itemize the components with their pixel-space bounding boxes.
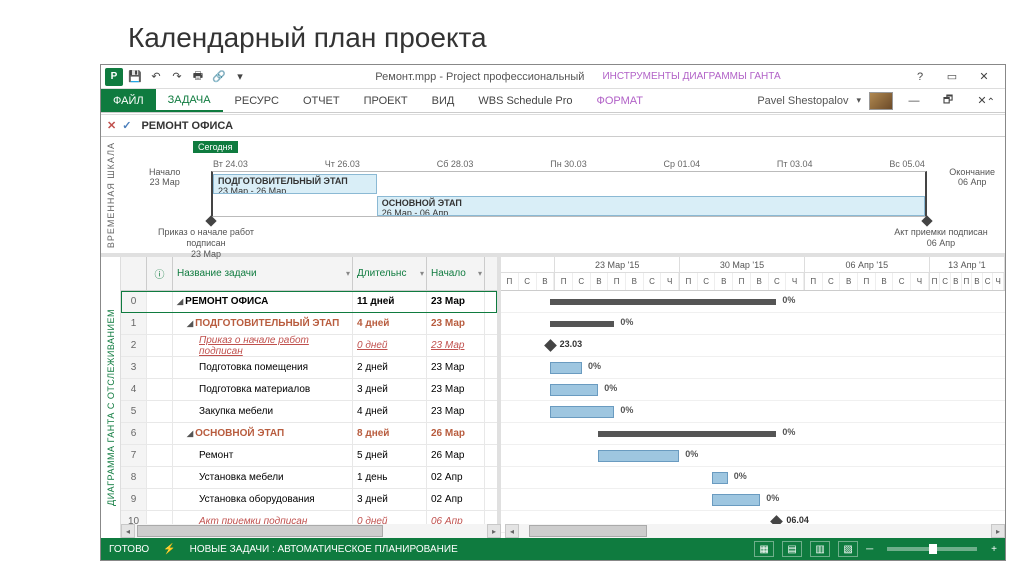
gantt-chart[interactable]: ПСВ23 Мар '15ПСВПВСЧ30 Мар '15ПСВПВСЧ06 … — [501, 257, 1005, 557]
ribbon-tab-file[interactable]: ФАЙЛ — [101, 89, 156, 112]
status-newtasks: НОВЫЕ ЗАДАЧИ : АВТОМАТИЧЕСКОЕ ПЛАНИРОВАН… — [190, 544, 458, 555]
qat-save-icon[interactable]: 💾 — [126, 68, 144, 86]
timeline-ms1: Приказ о начале работ подписан23 Мар — [141, 227, 271, 259]
slide-title: Календарный план проекта — [0, 0, 1024, 64]
gantt-vlabel: ДИАГРАММА ГАНТА С ОТСЛЕЖИВАНИЕМ — [106, 309, 116, 506]
timeline-diamond-start — [205, 215, 216, 226]
user-avatar[interactable] — [869, 92, 893, 110]
ribbon: ФАЙЛ ЗАДАЧА РЕСУРС ОТЧЕТ ПРОЕКТ ВИД WBS … — [101, 89, 1005, 113]
lightning-icon: ⚡ — [163, 544, 175, 555]
view-team-icon[interactable]: ▥ — [810, 541, 830, 557]
ribbon-tab-resource[interactable]: РЕСУРС — [223, 89, 291, 112]
table-row[interactable]: 0 ◢РЕМОНТ ОФИСА 11 дней 23 Мар — [121, 291, 497, 313]
gantt-row[interactable]: 0% — [501, 423, 1005, 445]
table-row[interactable]: 4 Подготовка материалов 3 дней 23 Мар — [121, 379, 497, 401]
gantt-row[interactable]: 0% — [501, 291, 1005, 313]
scroll-left-icon[interactable]: ◂ — [121, 524, 135, 538]
mdi-restore-icon[interactable]: 🗗 — [935, 92, 961, 110]
qat-link-icon[interactable]: 🔗 — [210, 68, 228, 86]
project-window: P 💾 ↶ ↷ 🖶 🔗 ▾ Ремонт.mpp - Project профе… — [100, 64, 1006, 561]
col-info-icon[interactable]: ⓘ — [147, 257, 173, 290]
scroll-right-icon[interactable]: ▸ — [991, 524, 1005, 538]
ribbon-tab-project[interactable]: ПРОЕКТ — [352, 89, 420, 112]
view-gantt-icon[interactable]: ▦ — [754, 541, 774, 557]
timeline-diamond-end — [921, 215, 932, 226]
titlebar: P 💾 ↶ ↷ 🖶 🔗 ▾ Ремонт.mpp - Project профе… — [101, 65, 1005, 89]
table-row[interactable]: 5 Закупка мебели 4 дней 23 Мар — [121, 401, 497, 423]
timeline-vlabel: ВРЕМЕННАЯ ШКАЛА — [106, 142, 116, 248]
gantt-row[interactable]: 0% — [501, 467, 1005, 489]
ribbon-collapse-icon[interactable]: ⌃ — [987, 97, 995, 114]
entry-cancel-icon[interactable]: ✕ — [107, 119, 116, 132]
timeline-bar-2[interactable]: ОСНОВНОЙ ЭТАП 26 Мар - 06 Апр — [377, 196, 925, 216]
timeline-track[interactable]: ПОДГОТОВИТЕЛЬНЫЙ ЭТАП 23 Мар - 26 Мар ОС… — [211, 171, 927, 217]
scroll-right-icon[interactable]: ▸ — [487, 524, 501, 538]
app-icon: P — [105, 68, 123, 86]
today-marker: Сегодня — [193, 141, 238, 153]
table-row[interactable]: 9 Установка оборудования 3 дней 02 Апр — [121, 489, 497, 511]
status-bar: ГОТОВО ⚡ НОВЫЕ ЗАДАЧИ : АВТОМАТИЧЕСКОЕ П… — [101, 538, 1005, 560]
entry-bar: ✕ ✓ — [101, 115, 1005, 137]
scroll-left-icon[interactable]: ◂ — [505, 524, 519, 538]
task-table-header: ⓘ Название задачи▾ Длительнс▾ Начало▾ — [121, 257, 497, 291]
status-ready: ГОТОВО — [109, 544, 149, 555]
timeline-ticks: Вт 24.03Чт 26.03 Сб 28.03Пн 30.03 Ср 01.… — [213, 159, 925, 169]
view-usage-icon[interactable]: ▤ — [782, 541, 802, 557]
gantt-row[interactable]: 23.03 — [501, 335, 1005, 357]
task-table[interactable]: ⓘ Название задачи▾ Длительнс▾ Начало▾ 0 … — [121, 257, 501, 557]
ribbon-tab-task[interactable]: ЗАДАЧА — [156, 89, 223, 112]
timeline-pane: ВРЕМЕННАЯ ШКАЛА Сегодня Начало23 Мар Око… — [101, 137, 1005, 257]
window-close-icon[interactable]: ✕ — [971, 68, 997, 86]
qat-more-icon[interactable]: ▾ — [231, 68, 249, 86]
contextual-tab-label: ИНСТРУМЕНТЫ ДИАГРАММЫ ГАНТА — [602, 71, 780, 83]
ribbon-tab-view[interactable]: ВИД — [420, 89, 467, 112]
qat-undo-icon[interactable]: ↶ — [147, 68, 165, 86]
gantt-row[interactable]: 0% — [501, 313, 1005, 335]
entry-input[interactable] — [137, 118, 999, 134]
zoom-out-icon[interactable]: ─ — [866, 544, 873, 555]
table-row[interactable]: 2 Приказ о начале работ подписан 0 дней … — [121, 335, 497, 357]
gantt-row[interactable]: 0% — [501, 357, 1005, 379]
table-row[interactable]: 8 Установка мебели 1 день 02 Апр — [121, 467, 497, 489]
gantt-row[interactable]: 0% — [501, 379, 1005, 401]
zoom-slider[interactable] — [887, 547, 977, 551]
gantt-timescale: ПСВ23 Мар '15ПСВПВСЧ30 Мар '15ПСВПВСЧ06 … — [501, 257, 1005, 291]
zoom-in-icon[interactable]: + — [991, 544, 997, 555]
table-row[interactable]: 6 ◢ОСНОВНОЙ ЭТАП 8 дней 26 Мар — [121, 423, 497, 445]
timeline-end: Окончание06 Апр — [949, 167, 995, 187]
window-restore-icon[interactable]: ▭ — [939, 68, 965, 86]
gantt-area: ДИАГРАММА ГАНТА С ОТСЛЕЖИВАНИЕМ ⓘ Назван… — [101, 257, 1005, 557]
qat-redo-icon[interactable]: ↷ — [168, 68, 186, 86]
col-duration[interactable]: Длительнс▾ — [353, 257, 427, 290]
user-name[interactable]: Pavel Shestopalov — [757, 95, 848, 107]
entry-accept-icon[interactable]: ✓ — [122, 119, 131, 132]
timeline-start: Начало23 Мар — [149, 167, 180, 187]
mdi-minimize-icon[interactable]: — — [901, 92, 927, 110]
ribbon-tab-report[interactable]: ОТЧЕТ — [291, 89, 352, 112]
gantt-row[interactable]: 0% — [501, 401, 1005, 423]
col-name[interactable]: Название задачи▾ — [173, 257, 353, 290]
qat-print-icon[interactable]: 🖶 — [189, 68, 207, 86]
col-start[interactable]: Начало▾ — [427, 257, 485, 290]
task-table-hscroll[interactable]: ◂ ▸ — [121, 524, 501, 538]
table-row[interactable]: 7 Ремонт 5 дней 26 Мар — [121, 445, 497, 467]
timeline-ms2: Акт приемки подписан06 Апр — [881, 227, 1001, 249]
gantt-row[interactable]: 0% — [501, 445, 1005, 467]
gantt-hscroll[interactable]: ◂ ▸ — [505, 524, 1005, 538]
timeline-bar-1[interactable]: ПОДГОТОВИТЕЛЬНЫЙ ЭТАП 23 Мар - 26 Мар — [213, 174, 377, 194]
ribbon-tab-format[interactable]: ФОРМАТ — [585, 89, 656, 112]
ribbon-tab-wbs[interactable]: WBS Schedule Pro — [466, 89, 584, 112]
table-row[interactable]: 1 ◢ПОДГОТОВИТЕЛЬНЫЙ ЭТАП 4 дней 23 Мар — [121, 313, 497, 335]
gantt-row[interactable]: 0% — [501, 489, 1005, 511]
table-row[interactable]: 3 Подготовка помещения 2 дней 23 Мар — [121, 357, 497, 379]
view-resource-icon[interactable]: ▧ — [838, 541, 858, 557]
help-icon[interactable]: ? — [907, 68, 933, 86]
document-title: Ремонт.mpp - Project профессиональный — [375, 71, 584, 83]
